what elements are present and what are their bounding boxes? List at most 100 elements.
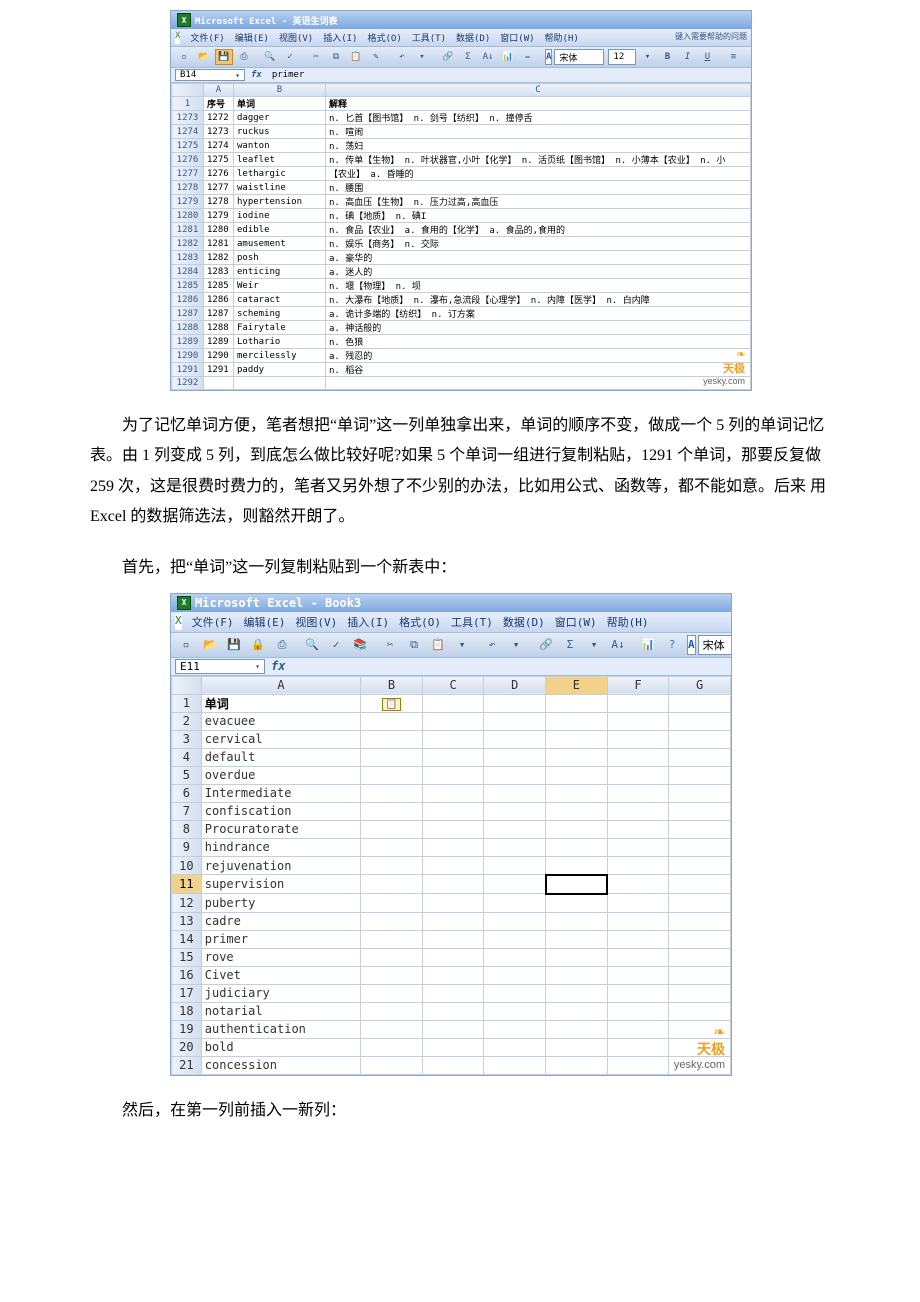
cell[interactable] bbox=[361, 930, 423, 948]
cell[interactable] bbox=[607, 838, 669, 856]
cell[interactable] bbox=[361, 820, 423, 838]
cell[interactable] bbox=[422, 930, 484, 948]
cell[interactable]: Lothario bbox=[234, 335, 326, 349]
cell[interactable]: 1290 bbox=[204, 349, 234, 363]
cell[interactable]: n. 匕首【图书馆】 n. 剑号【纺织】 n. 撞停舌 bbox=[326, 111, 751, 125]
column-header[interactable]: B bbox=[234, 84, 326, 97]
cell[interactable] bbox=[546, 694, 608, 712]
menu-item[interactable]: 格式(O) bbox=[399, 614, 441, 630]
cell[interactable]: n. 堰【物理】 n. 坝 bbox=[326, 279, 751, 293]
cell[interactable] bbox=[361, 730, 423, 748]
cell[interactable] bbox=[422, 748, 484, 766]
autosum-icon[interactable]: Σ bbox=[459, 49, 477, 65]
spelling-icon[interactable]: ✓ bbox=[325, 635, 347, 655]
cell[interactable] bbox=[484, 802, 546, 820]
row-header[interactable]: 1289 bbox=[172, 335, 204, 349]
table-row[interactable]: 13cadre bbox=[172, 912, 731, 930]
cell[interactable] bbox=[669, 802, 731, 820]
cell[interactable] bbox=[669, 1056, 731, 1074]
paste-options-icon[interactable]: 📋 bbox=[382, 698, 400, 711]
cell[interactable] bbox=[484, 820, 546, 838]
autosum-icon[interactable]: Σ bbox=[559, 635, 581, 655]
header-cell[interactable]: 单词 bbox=[201, 694, 360, 712]
cell[interactable] bbox=[546, 838, 608, 856]
cell[interactable] bbox=[484, 748, 546, 766]
copy-icon[interactable]: ⧉ bbox=[327, 49, 345, 65]
cell[interactable] bbox=[422, 784, 484, 802]
row-header[interactable]: 10 bbox=[172, 856, 202, 875]
cell[interactable] bbox=[607, 730, 669, 748]
menu-item[interactable]: 窗口(W) bbox=[500, 31, 534, 44]
cell[interactable] bbox=[422, 694, 484, 712]
cell[interactable] bbox=[669, 748, 731, 766]
table-row[interactable]: 12891289Lotharion. 色狼 bbox=[172, 335, 751, 349]
cell[interactable] bbox=[422, 730, 484, 748]
cell[interactable] bbox=[669, 1038, 731, 1056]
cell[interactable]: n. 喧闹 bbox=[326, 125, 751, 139]
cell[interactable] bbox=[669, 730, 731, 748]
cell[interactable] bbox=[484, 1020, 546, 1038]
cell[interactable]: leaflet bbox=[234, 153, 326, 167]
cell[interactable] bbox=[669, 820, 731, 838]
column-header[interactable]: C bbox=[422, 676, 484, 694]
cell[interactable]: default bbox=[201, 748, 360, 766]
table-row[interactable]: 16Civet bbox=[172, 966, 731, 984]
cell[interactable]: 📋 bbox=[361, 694, 423, 712]
dropdown-icon[interactable]: ▾ bbox=[638, 49, 656, 65]
cell[interactable] bbox=[484, 694, 546, 712]
cell[interactable]: confiscation bbox=[201, 802, 360, 820]
cell[interactable]: puberty bbox=[201, 894, 360, 913]
fx-icon[interactable]: fx bbox=[265, 659, 291, 673]
cell[interactable]: 1283 bbox=[204, 265, 234, 279]
table-row[interactable]: 15rove bbox=[172, 948, 731, 966]
row-header[interactable]: 1277 bbox=[172, 167, 204, 181]
column-header[interactable]: D bbox=[484, 676, 546, 694]
table-row[interactable]: 5overdue bbox=[172, 766, 731, 784]
table-row[interactable]: 1292 bbox=[172, 377, 751, 390]
table-row[interactable]: 9hindrance bbox=[172, 838, 731, 856]
cell[interactable] bbox=[422, 712, 484, 730]
cell[interactable]: iodine bbox=[234, 209, 326, 223]
cell[interactable]: 1272 bbox=[204, 111, 234, 125]
table-row[interactable]: 12901290mercilesslya. 残忍的 bbox=[172, 349, 751, 363]
cell[interactable] bbox=[546, 1038, 608, 1056]
menu-item[interactable]: 帮助(H) bbox=[607, 614, 649, 630]
cut-icon[interactable]: ✂ bbox=[307, 49, 325, 65]
dropdown-icon[interactable]: ▾ bbox=[505, 635, 527, 655]
cell[interactable] bbox=[422, 912, 484, 930]
cell[interactable] bbox=[607, 875, 669, 894]
cell[interactable] bbox=[361, 856, 423, 875]
copy-icon[interactable]: ⧉ bbox=[403, 635, 425, 655]
row-header[interactable]: 1279 bbox=[172, 195, 204, 209]
cell[interactable] bbox=[546, 1002, 608, 1020]
table-row[interactable]: 11supervision bbox=[172, 875, 731, 894]
menu-item[interactable]: 视图(V) bbox=[295, 614, 337, 630]
spelling-icon[interactable]: ✓ bbox=[281, 49, 299, 65]
cell[interactable] bbox=[361, 784, 423, 802]
cell[interactable] bbox=[546, 875, 608, 894]
open-icon[interactable]: 📂 bbox=[199, 635, 221, 655]
cell[interactable] bbox=[484, 784, 546, 802]
cell[interactable] bbox=[607, 930, 669, 948]
drawing-icon[interactable]: ✏ bbox=[519, 49, 537, 65]
menu-item[interactable]: 插入(I) bbox=[323, 31, 357, 44]
cell[interactable] bbox=[669, 894, 731, 913]
cell[interactable] bbox=[669, 1020, 731, 1038]
cell[interactable]: 1274 bbox=[204, 139, 234, 153]
select-all[interactable] bbox=[172, 84, 204, 97]
table-row[interactable]: 12761275leafletn. 传单【生物】 n. 叶状器官,小叶【化学】 … bbox=[172, 153, 751, 167]
row-header[interactable]: 4 bbox=[172, 748, 202, 766]
paste-icon[interactable]: 📋 bbox=[347, 49, 365, 65]
cell[interactable]: bold bbox=[201, 1038, 360, 1056]
row-header[interactable]: 14 bbox=[172, 930, 202, 948]
cell[interactable] bbox=[607, 894, 669, 913]
menu-item[interactable]: 数据(D) bbox=[456, 31, 490, 44]
cell[interactable] bbox=[484, 894, 546, 913]
cell[interactable]: overdue bbox=[201, 766, 360, 784]
table-row[interactable]: 12871287scheminga. 诡计多端的【纺织】 n. 订方案 bbox=[172, 307, 751, 321]
row-header[interactable]: 15 bbox=[172, 948, 202, 966]
row-header[interactable]: 19 bbox=[172, 1020, 202, 1038]
row-header[interactable]: 21 bbox=[172, 1056, 202, 1074]
row-header[interactable]: 13 bbox=[172, 912, 202, 930]
cell[interactable] bbox=[669, 712, 731, 730]
